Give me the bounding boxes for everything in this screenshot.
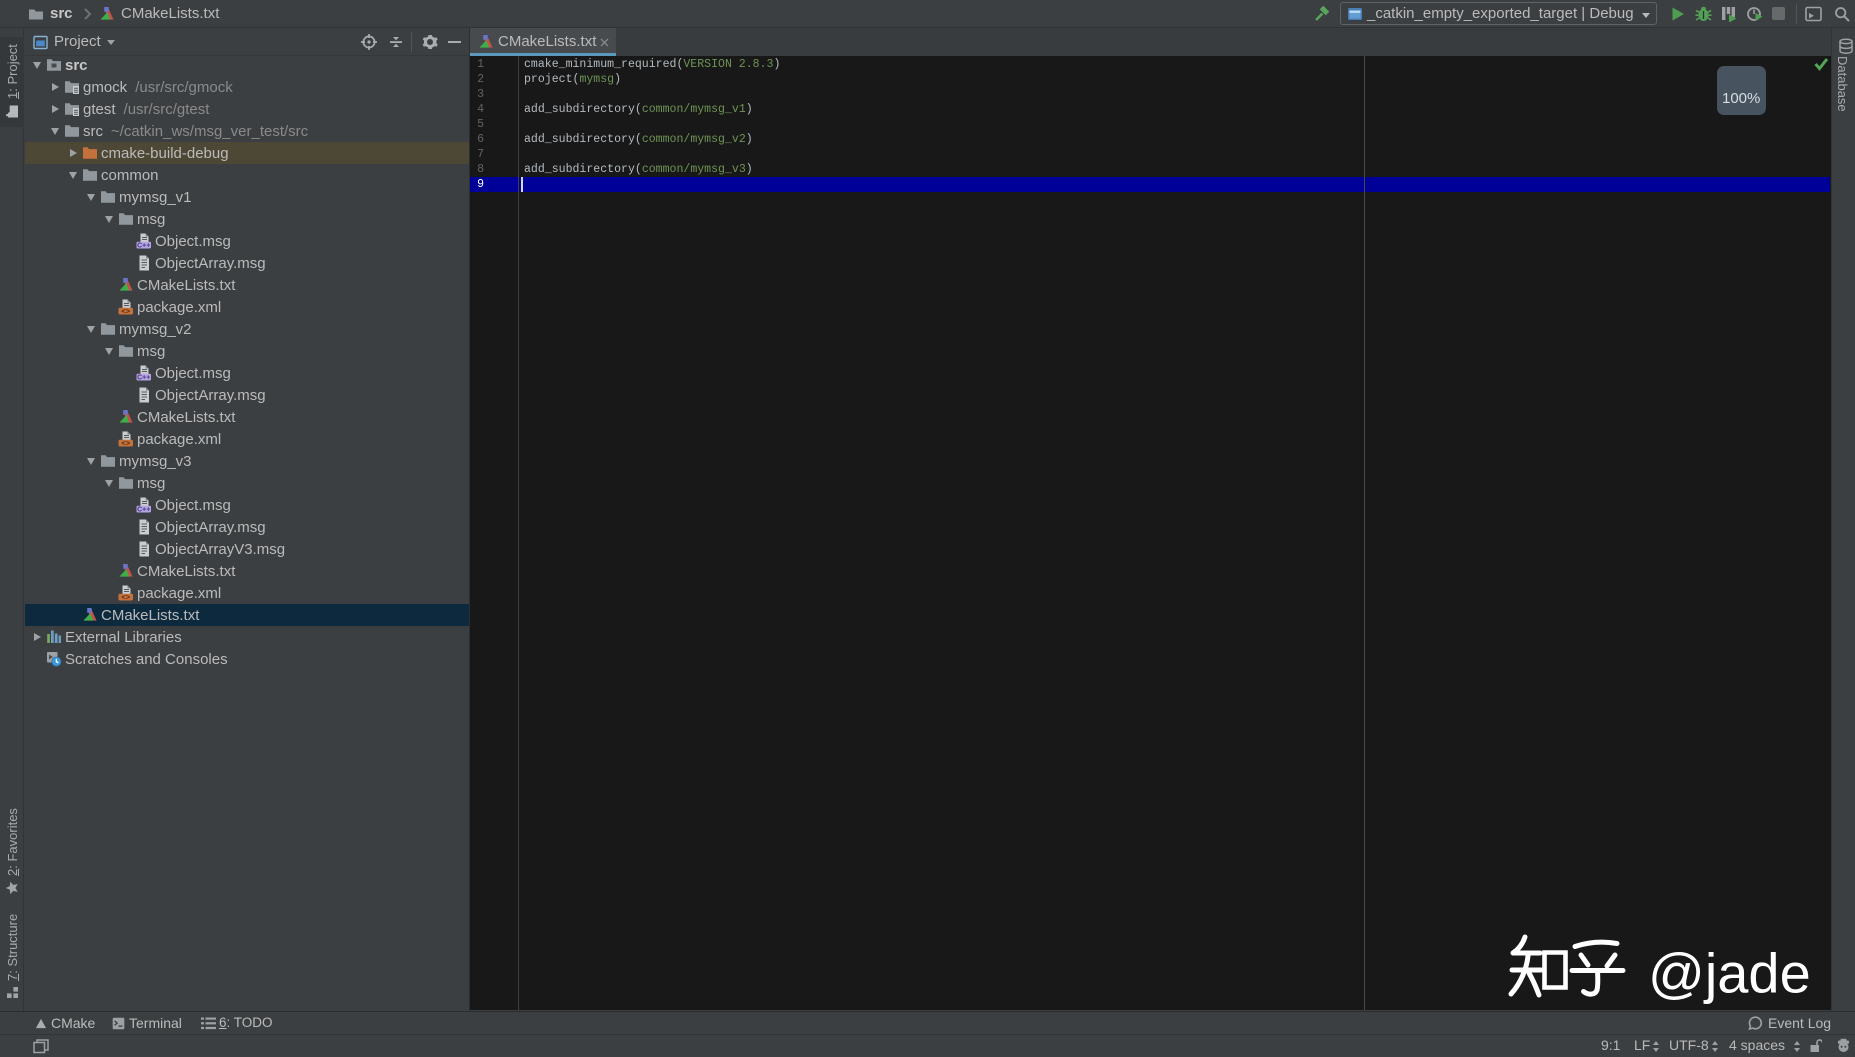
svg-text:<>: <> bbox=[121, 592, 130, 601]
svg-text:C++: C++ bbox=[137, 242, 150, 249]
svg-text:C++: C++ bbox=[137, 374, 150, 381]
svg-text:<>: <> bbox=[121, 306, 130, 315]
svg-text:<>: <> bbox=[121, 438, 130, 447]
svg-text:@jade: @jade bbox=[1648, 942, 1811, 1005]
svg-text:C++: C++ bbox=[137, 506, 150, 513]
